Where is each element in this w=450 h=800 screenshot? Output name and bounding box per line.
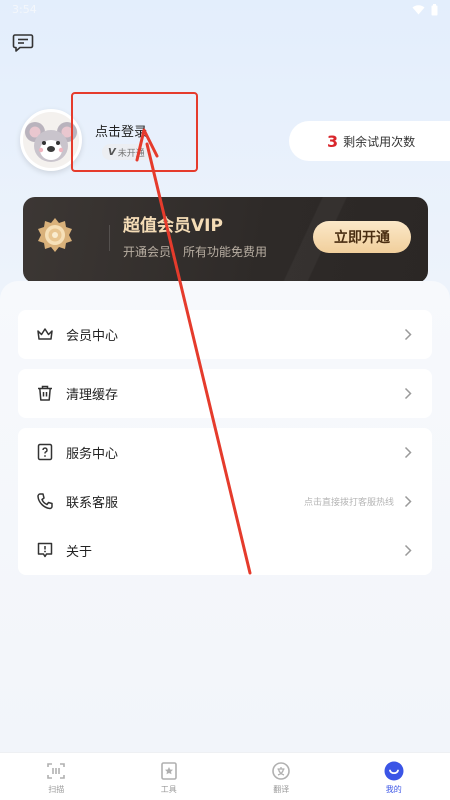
wifi-icon: [412, 5, 425, 15]
menu-label: 关于: [66, 545, 93, 560]
status-icons: [412, 4, 438, 16]
tools-icon: [160, 762, 177, 780]
scan-icon: [47, 763, 66, 779]
vip-activate-button[interactable]: 立即开通: [313, 221, 411, 253]
vip-title: 超值会员VIP: [123, 216, 223, 236]
phone-icon: [37, 493, 53, 510]
menu-item-contact-support[interactable]: 联系客服 点击直接拨打客服热线: [18, 477, 432, 526]
nav-label: 我的: [385, 785, 402, 794]
crown-icon: [37, 328, 53, 340]
help-icon: [37, 443, 53, 461]
vip-card-divider: [109, 225, 110, 251]
nav-tab-scan[interactable]: 扫描: [0, 753, 113, 800]
menu-label: 联系客服: [66, 496, 119, 511]
chevron-right-icon: [404, 387, 412, 400]
menu-group-membership: 会员中心: [18, 310, 432, 359]
trash-icon: [38, 385, 52, 401]
menu-label: 服务中心: [66, 447, 119, 462]
menu-label: 清理缓存: [66, 388, 119, 403]
menu-label: 会员中心: [66, 329, 119, 344]
nav-tab-profile[interactable]: 我的: [338, 753, 450, 800]
contact-hint: 点击直接拨打客服热线: [303, 498, 394, 508]
nav-label: 扫描: [48, 785, 65, 794]
chevron-right-icon: [404, 544, 412, 557]
message-button[interactable]: [12, 33, 36, 55]
menu-item-clear-cache[interactable]: 清理缓存: [18, 369, 432, 418]
vip-subtitle: 开通会员，所有功能免费用: [123, 245, 268, 259]
vip-promo-card[interactable]: 超值会员VIP 开通会员，所有功能免费用 立即开通: [23, 197, 428, 283]
nav-label: 工具: [160, 785, 177, 794]
profile-icon: [384, 761, 404, 781]
nav-label: 翻译: [273, 785, 290, 794]
menu-item-member-center[interactable]: 会员中心: [18, 310, 432, 359]
trial-count-label: 剩余试用次数: [343, 134, 416, 149]
status-time: 3:54: [12, 3, 37, 16]
menu-item-service-center[interactable]: 服务中心: [18, 428, 432, 477]
info-icon: [37, 542, 53, 558]
chevron-right-icon: [404, 328, 412, 341]
trial-count-number: 3: [327, 131, 339, 151]
vip-medal-icon: [38, 218, 72, 252]
trial-count-pill: 3 剩余试用次数: [289, 121, 450, 161]
battery-icon: [431, 4, 438, 16]
menu-group-support: 服务中心 联系客服 点击直接拨打客服热线 关于: [18, 428, 432, 575]
translate-icon: [272, 762, 291, 780]
status-bar: 3:54: [0, 0, 450, 22]
menu-item-about[interactable]: 关于: [18, 526, 432, 575]
menu-group-cache: 清理缓存: [18, 369, 432, 418]
message-icon: [12, 34, 34, 52]
chevron-right-icon: [404, 495, 412, 508]
nav-tab-translate[interactable]: 翻译: [225, 753, 338, 800]
bottom-nav: 扫描 工具 翻译 我的: [0, 752, 450, 800]
nav-tab-tools[interactable]: 工具: [113, 753, 226, 800]
chevron-right-icon: [404, 446, 412, 459]
annotation-highlight-box: [71, 92, 198, 172]
